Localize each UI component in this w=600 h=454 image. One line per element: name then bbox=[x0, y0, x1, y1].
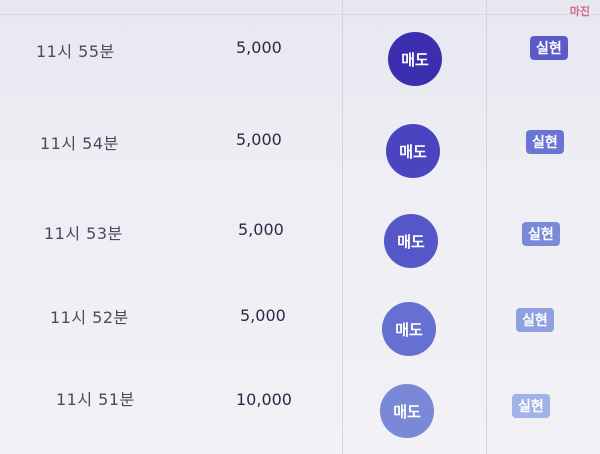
sell-button[interactable]: 매도 bbox=[380, 384, 434, 438]
amount-value: 5,000 bbox=[236, 130, 282, 149]
time-label: 11시 52분 bbox=[50, 308, 129, 327]
amount-value: 5,000 bbox=[240, 306, 286, 325]
realized-badge: 실현 bbox=[522, 222, 560, 246]
sell-button[interactable]: 매도 bbox=[386, 124, 440, 178]
time-label: 11시 53분 bbox=[44, 224, 123, 243]
realized-badge: 실현 bbox=[526, 130, 564, 154]
row-divider bbox=[0, 14, 600, 15]
sell-button[interactable]: 매도 bbox=[382, 302, 436, 356]
realized-badge: 실현 bbox=[516, 308, 554, 332]
amount-value: 10,000 bbox=[236, 390, 292, 409]
time-label: 11시 55분 bbox=[36, 42, 115, 61]
watermark-logo: 마진 bbox=[570, 3, 590, 19]
realized-badge: 실현 bbox=[512, 394, 550, 418]
list-item[interactable]: 11시 55분 5,000 매도 실현 bbox=[0, 20, 600, 100]
amount-value: 5,000 bbox=[236, 38, 282, 57]
sell-button[interactable]: 매도 bbox=[384, 214, 438, 268]
list-item[interactable]: 11시 51분 10,000 매도 실현 bbox=[0, 370, 600, 450]
sell-button[interactable]: 매도 bbox=[388, 32, 442, 86]
watermark-text: 마진 bbox=[569, 5, 590, 18]
realized-badge: 실현 bbox=[530, 36, 568, 60]
list-item[interactable]: 11시 54분 5,000 매도 실현 bbox=[0, 110, 600, 190]
time-label: 11시 51분 bbox=[56, 390, 135, 409]
amount-value: 5,000 bbox=[238, 220, 284, 239]
list-item[interactable]: 11시 53분 5,000 매도 실현 bbox=[0, 200, 600, 280]
list-item[interactable]: 11시 52분 5,000 매도 실현 bbox=[0, 290, 600, 370]
time-label: 11시 54분 bbox=[40, 134, 119, 153]
